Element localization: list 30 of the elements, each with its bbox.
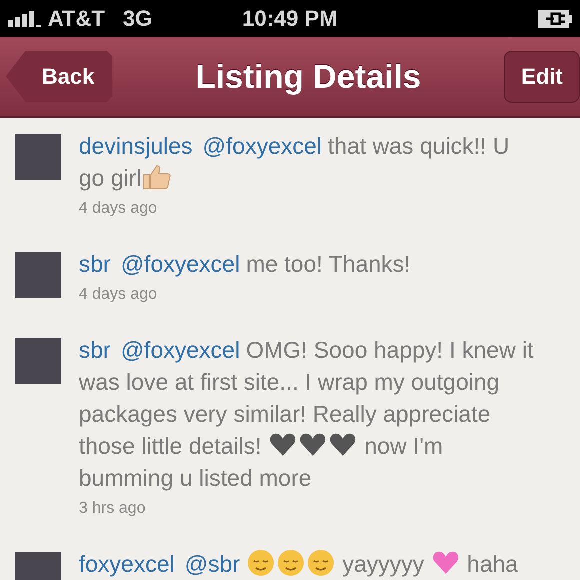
username-link[interactable]: devinsjules	[79, 133, 193, 159]
battery-charging-icon	[538, 10, 572, 28]
username-link[interactable]: sbr	[79, 251, 111, 277]
clock-time: 10:49 PM	[242, 6, 338, 32]
thumbs-up-icon	[142, 163, 172, 191]
comment-time: 4 days ago	[79, 200, 158, 218]
comment-text: sbr @foxyexcel me too! Thanks!	[79, 250, 412, 279]
comment-time: 4 days ago	[79, 286, 158, 304]
comment-text: foxyexcel @sbr yayyyyy haha	[79, 548, 520, 579]
username-link[interactable]: sbr	[79, 337, 111, 363]
network-type: 3G	[123, 6, 152, 32]
back-button[interactable]: Back	[6, 50, 113, 102]
mention-link[interactable]: @foxyexcel	[120, 251, 240, 277]
signal-icon	[8, 10, 44, 26]
mention-link[interactable]: @foxyexcel	[202, 133, 322, 159]
comment-time: 3 hrs ago	[79, 500, 147, 518]
smiling-face-icon	[306, 549, 336, 577]
mention-link[interactable]: @sbr	[184, 551, 240, 577]
comment-text: sbr @foxyexcel OMG! Sooo happy! I knew it was love at first site... I wrap my outgoing packages very similar! Really appreciate those little details! now I'm bumming u listed more	[79, 336, 535, 493]
screen-title: Listing Details	[196, 58, 422, 96]
smiling-face-icon	[246, 549, 276, 577]
avatar-photo-placeholder	[15, 134, 61, 180]
smiling-face-icon	[276, 549, 306, 577]
comment-text: devinsjules @foxyexcel that was quick!! U go girl	[79, 132, 511, 193]
avatar-photo-placeholder	[15, 338, 61, 384]
username-link[interactable]: foxyexcel	[79, 551, 175, 577]
mention-link[interactable]: @foxyexcel	[120, 337, 240, 363]
carrier-name: AT&T	[48, 6, 106, 32]
edit-button[interactable]: Edit	[504, 50, 580, 102]
avatar-photo-placeholder	[15, 252, 61, 298]
